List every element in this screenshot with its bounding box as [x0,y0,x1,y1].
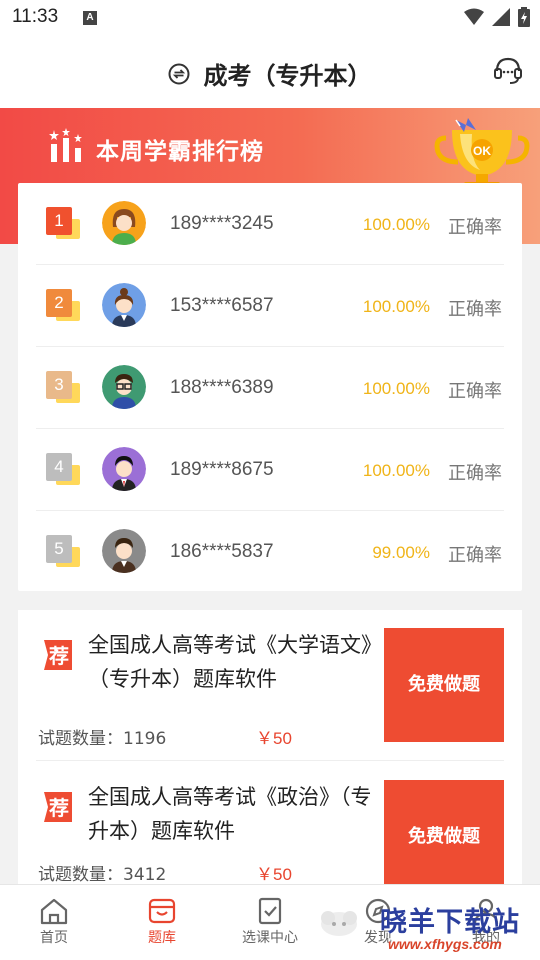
user-phone: 153****6587 [170,295,274,316]
accuracy-label: 正确率 [448,463,502,484]
tab-course-center[interactable]: 选课中心 [216,885,324,960]
leaderboard-row: 5 186****5837 99.00% 正确率 [36,511,504,593]
recommend-badge-icon: 荐 [44,640,72,670]
divider [36,760,504,761]
wifi-icon [464,8,484,25]
tab-label: 首页 [40,930,68,946]
accuracy-value: 100.00% [362,297,430,316]
free-practice-button[interactable]: 免费做题 [384,628,504,742]
signal-icon [492,8,510,26]
accuracy-label: 正确率 [448,381,502,402]
watermark-text: 晓羊下载站 [380,907,520,938]
free-practice-button[interactable]: 免费做题 [384,780,504,894]
product-price: ￥50 [256,865,292,884]
banner-title: 本周学霸排行榜 [96,139,264,165]
recommend-badge-icon: 荐 [44,792,72,822]
rank-number: 4 [46,453,72,481]
rank-badge: 1 [46,207,80,241]
accuracy-value: 99.00% [372,543,430,562]
rank-badge: 3 [46,371,80,405]
tab-label: 选课中心 [242,930,298,946]
svg-text:荐: 荐 [48,796,69,820]
header: 成考（专升本） [0,36,540,108]
status-time: 11:33 [12,6,59,27]
user-phone: 186****5837 [170,541,274,562]
exam-switcher[interactable]: 成考（专升本） [0,56,540,91]
svg-text:荐: 荐 [48,644,69,668]
rank-number: 2 [46,289,72,317]
leaderboard-card: 1 189****3245 100.00% 正确率 2 153****6587 … [18,183,522,591]
rank-badge: 4 [46,453,80,487]
user-phone: 189****8675 [170,459,274,480]
sheep-logo-icon [321,911,357,936]
question-bank-icon [148,898,176,924]
customer-service-icon[interactable] [492,54,524,86]
rank-badge: 2 [46,289,80,323]
product-price: ￥50 [256,729,292,748]
rank-number: 1 [46,207,72,235]
question-count: 试题数量：1196 [38,729,167,749]
leaderboard-row: 1 189****3245 100.00% 正确率 [36,183,504,265]
tab-question-bank[interactable]: 题库 [108,885,216,960]
home-icon [40,898,68,925]
watermark: 晓羊下载站 www.xfhygs.com [380,898,540,956]
svg-text:OK: OK [473,144,491,158]
course-center-icon [258,897,282,925]
switch-icon[interactable] [168,63,190,85]
boy-glasses-avatar-icon [102,365,146,409]
man-avatar-icon [102,529,146,573]
product-title[interactable]: 全国成人高等考试《大学语文》（专升本）题库软件 [88,628,378,696]
battery-icon [518,7,530,27]
rank-number: 5 [46,535,72,563]
accuracy-value: 100.00% [362,379,430,398]
watermark-url: www.xfhygs.com [388,936,502,952]
leaderboard-row: 4 189****8675 100.00% 正确率 [36,429,504,511]
accuracy-label: 正确率 [448,217,502,238]
page-title: 成考（专升本） [203,62,372,90]
accuracy-label: 正确率 [448,545,502,566]
notification-icon: A [83,11,97,25]
man-suit-avatar-icon [102,447,146,491]
ranking-bars-icon [49,128,82,162]
question-bank-list: 荐 全国成人高等考试《大学语文》（专升本）题库软件 试题数量：1196 ￥50 … [18,610,522,900]
rank-badge: 5 [46,535,80,569]
tab-home[interactable]: 首页 [0,885,108,960]
accuracy-value: 100.00% [362,461,430,480]
girl-avatar-icon [102,201,146,245]
accuracy-label: 正确率 [448,299,502,320]
accuracy-value: 100.00% [362,215,430,234]
status-icons [464,7,530,27]
status-bar: 11:33 A [0,0,540,36]
product-title[interactable]: 全国成人高等考试《政治》（专升本）题库软件 [88,780,378,848]
user-phone: 188****6389 [170,377,274,398]
product-item[interactable]: 荐 全国成人高等考试《大学语文》（专升本）题库软件 试题数量：1196 ￥50 … [36,628,504,762]
rank-number: 3 [46,371,72,399]
leaderboard-row: 2 153****6587 100.00% 正确率 [36,265,504,347]
woman-avatar-icon [102,283,146,327]
tab-label: 题库 [148,930,176,946]
leaderboard-row: 3 188****6389 100.00% 正确率 [36,347,504,429]
user-phone: 189****3245 [170,213,274,234]
question-count: 试题数量：3412 [38,865,167,885]
